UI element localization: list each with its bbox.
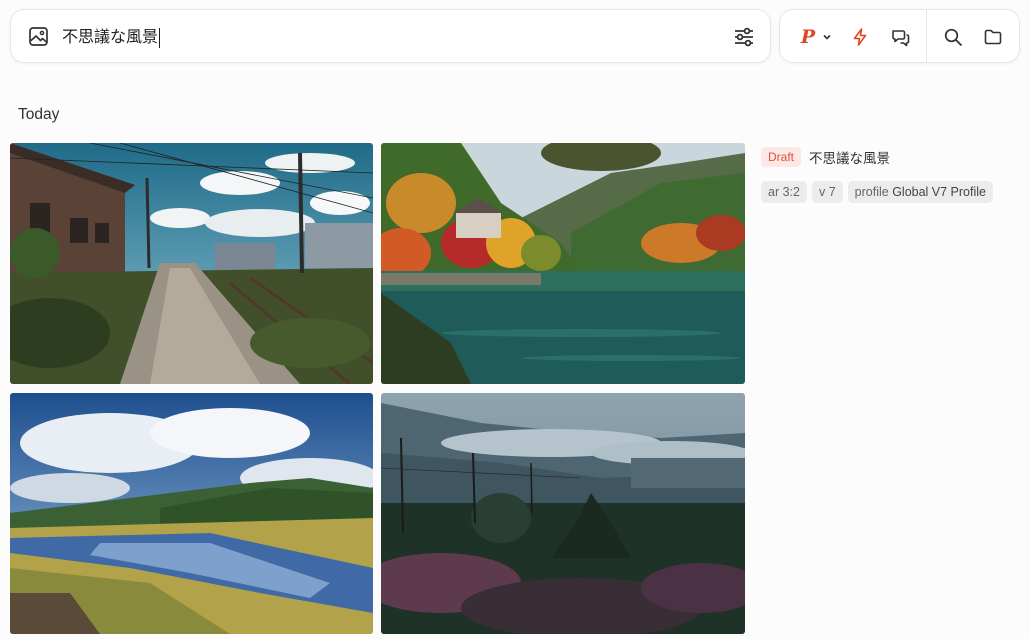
- job-prompt[interactable]: 不思議な風景: [809, 147, 890, 167]
- image-thumbnail-4[interactable]: [381, 393, 745, 634]
- status-badge: Draft: [761, 147, 802, 167]
- lightning-icon[interactable]: [847, 24, 873, 50]
- job-params: ar 3:2 v 7 profile Global V7 Profile: [761, 181, 993, 203]
- prompt-bar: 不思議な風景: [10, 9, 771, 63]
- prompt-text: 不思議な風景: [62, 27, 159, 46]
- text-caret: [159, 27, 161, 48]
- param-profile-key: profile: [854, 185, 889, 199]
- image-thumbnail-1[interactable]: [10, 143, 373, 384]
- search-icon[interactable]: [940, 24, 966, 50]
- toolbar-divider: [926, 10, 927, 62]
- personalize-label: P: [800, 26, 816, 48]
- param-version[interactable]: v 7: [811, 181, 843, 203]
- sliders-icon[interactable]: [732, 25, 756, 49]
- chevron-down-icon: [823, 34, 831, 40]
- param-profile-value: Global V7 Profile: [892, 185, 986, 199]
- image-thumbnail-3[interactable]: [10, 393, 373, 634]
- chat-icon[interactable]: [887, 24, 913, 50]
- image-thumbnail-2[interactable]: [381, 143, 745, 384]
- toolbar: P: [779, 9, 1020, 63]
- prompt-input[interactable]: 不思議な風景: [62, 24, 662, 50]
- personalize-button[interactable]: P: [795, 24, 839, 50]
- folder-icon[interactable]: [980, 24, 1006, 50]
- section-title: Today: [18, 106, 60, 123]
- param-aspect-ratio[interactable]: ar 3:2: [761, 181, 807, 203]
- param-profile[interactable]: profile Global V7 Profile: [847, 181, 993, 203]
- job-meta: Draft 不思議な風景: [761, 147, 890, 167]
- image-icon[interactable]: [28, 26, 49, 47]
